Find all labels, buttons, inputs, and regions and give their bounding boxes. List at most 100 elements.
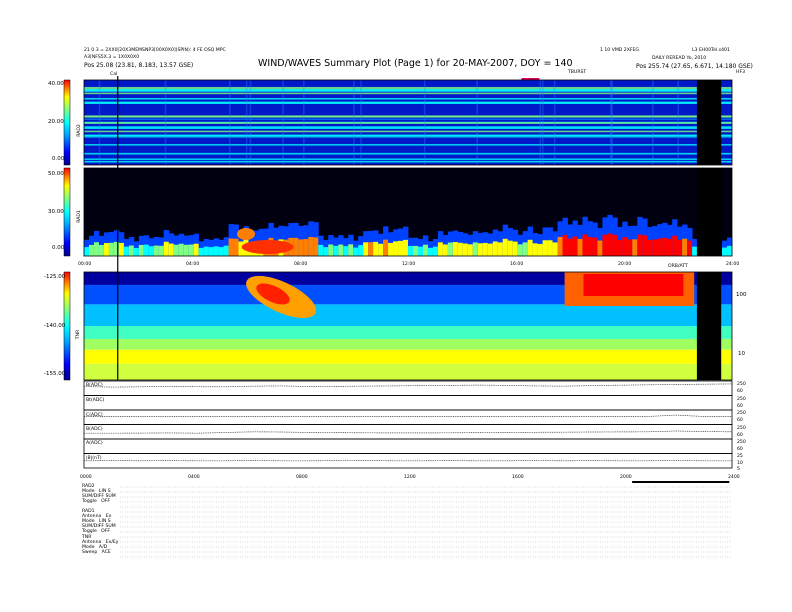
line-right-tick-3a: 250: [737, 411, 746, 416]
rad1-activity-core: [338, 244, 344, 256]
line-panel-label-6: |B|(nT): [86, 456, 102, 461]
rad1-activity-core: [417, 246, 424, 256]
line-panel-frame: [83, 395, 733, 411]
rad1-ytick-top: 50.00: [48, 171, 64, 177]
tnr-ytick-top: -125.00: [44, 274, 66, 280]
rad2-interference-line: [84, 97, 732, 100]
rad2-interference-line: [84, 160, 732, 163]
rad1-ylabel: RAD1: [76, 210, 82, 223]
rad1-activity-core: [228, 238, 234, 256]
rad2-burst-streak: [303, 80, 305, 165]
rad2-interference-line: [84, 101, 732, 104]
rad1-activity-core: [722, 247, 728, 256]
rad1-activity-core: [432, 246, 439, 256]
rad1-activity-core: [128, 245, 135, 256]
rad2-interference-line: [84, 89, 732, 92]
tnr-band: [84, 338, 732, 350]
rad1-activity-core: [188, 244, 195, 256]
rad1-activity-core: [472, 242, 479, 256]
rad1-activity-core: [637, 234, 643, 256]
rad1-activity-core: [323, 247, 329, 256]
rad1-activity-core: [557, 236, 563, 256]
rad1-activity-core: [383, 239, 389, 256]
line-panel-label-2: Bt(ADC): [86, 398, 105, 403]
rad1-activity-core: [677, 239, 683, 256]
rad1-activity-core: [218, 247, 224, 256]
rad1-activity-core: [223, 245, 229, 256]
rad2-ytick-bottom: 0.00: [52, 156, 65, 162]
rad1-activity-core: [727, 245, 733, 256]
line-series: [83, 383, 733, 388]
line-xtick-1200: 1200: [404, 475, 416, 480]
line-xtick-2000: 2000: [620, 475, 632, 480]
rad1-activity-core: [163, 241, 170, 256]
rad2-burst-streak: [677, 80, 680, 165]
rad1-activity-core: [368, 242, 374, 256]
tnr-band: [84, 349, 732, 364]
time-extent-bar: [632, 481, 730, 483]
rad1-activity-core: [457, 242, 464, 256]
line-xtick-0800: 0800: [296, 475, 308, 480]
rad1-activity-core: [627, 239, 633, 256]
tnr-ytick-bottom: -155.00: [44, 371, 66, 377]
rad1-activity-core: [492, 241, 499, 256]
rad1-activity-core: [632, 239, 638, 256]
setting-label: Toggle: [82, 499, 97, 504]
rad1-activity-core: [427, 247, 434, 256]
rad1-activity-core: [143, 244, 150, 256]
line-right-tick-5b: 60: [737, 447, 743, 452]
rad2-burst-streak: [476, 80, 478, 165]
rad1-activity-core: [348, 244, 354, 256]
rad1-activity-core: [542, 240, 548, 256]
tnr-settings-block: TNR Antenna Ex/Ey Mode A/D Sweep ACE: [82, 535, 119, 555]
rad1-activity-core: [682, 238, 688, 256]
rad2-burst-streak: [611, 80, 613, 165]
rad2-interference-line: [84, 118, 732, 120]
tnr-ylabel: TNR: [76, 329, 82, 340]
rad1-activity-core: [597, 240, 603, 256]
rad1-activity-core: [562, 234, 568, 256]
rad-xtick-1200: 12:00: [402, 262, 416, 267]
rad1-activity-core: [662, 237, 668, 256]
rad1-activity-core: [378, 243, 384, 256]
rad2-burst-streak: [539, 80, 541, 165]
rad1-activity-core: [298, 239, 304, 256]
tnr-right-tick-100: 100: [736, 292, 747, 298]
rad1-activity-core: [547, 240, 553, 256]
rad1-activity-core: [647, 240, 653, 256]
rad1-activity-core: [537, 243, 543, 256]
rad2-burst-streak: [360, 80, 362, 165]
colorbar: [63, 79, 71, 166]
rad2-interference-line: [84, 126, 732, 128]
rad1-activity-core: [412, 245, 419, 256]
rad1-activity-core: [388, 242, 394, 256]
rad2-interference-line: [84, 144, 732, 146]
rad1-activity-core: [672, 235, 678, 256]
rad1-type3-burst: [241, 240, 294, 254]
tnr-band: [84, 326, 732, 339]
rad1-activity-core: [612, 234, 618, 256]
rad1-activity-core: [84, 247, 90, 256]
line-panel-frame: [83, 438, 733, 454]
setting-value: ACE: [101, 550, 111, 555]
rad1-activity-core: [358, 245, 364, 256]
rad2-burst-streak: [282, 80, 284, 165]
rad2-ylabel: RAD2: [76, 124, 82, 137]
rad-xtick-2400: 24:00: [726, 262, 740, 267]
line-xtick-2400: 2400: [728, 475, 740, 480]
rad1-activity-core: [158, 245, 165, 256]
rad1-activity-core: [138, 244, 145, 256]
data-gap-block: [696, 272, 722, 380]
rad1-activity-core: [617, 240, 623, 256]
rad1-activity-core: [303, 239, 309, 256]
orbit-label: ORB/ATT: [668, 264, 688, 269]
rad-xtick-0400: 04:00: [186, 262, 200, 267]
rad1-activity-core: [98, 244, 105, 256]
rad1-activity-core: [233, 238, 239, 256]
rad1-activity-core: [527, 239, 534, 256]
rad1-activity-core: [393, 241, 399, 256]
rad1-activity-core: [103, 243, 110, 256]
rad1-activity-core: [482, 242, 489, 256]
rad2-burst-streak: [229, 80, 231, 165]
rad1-activity-core: [442, 244, 449, 256]
